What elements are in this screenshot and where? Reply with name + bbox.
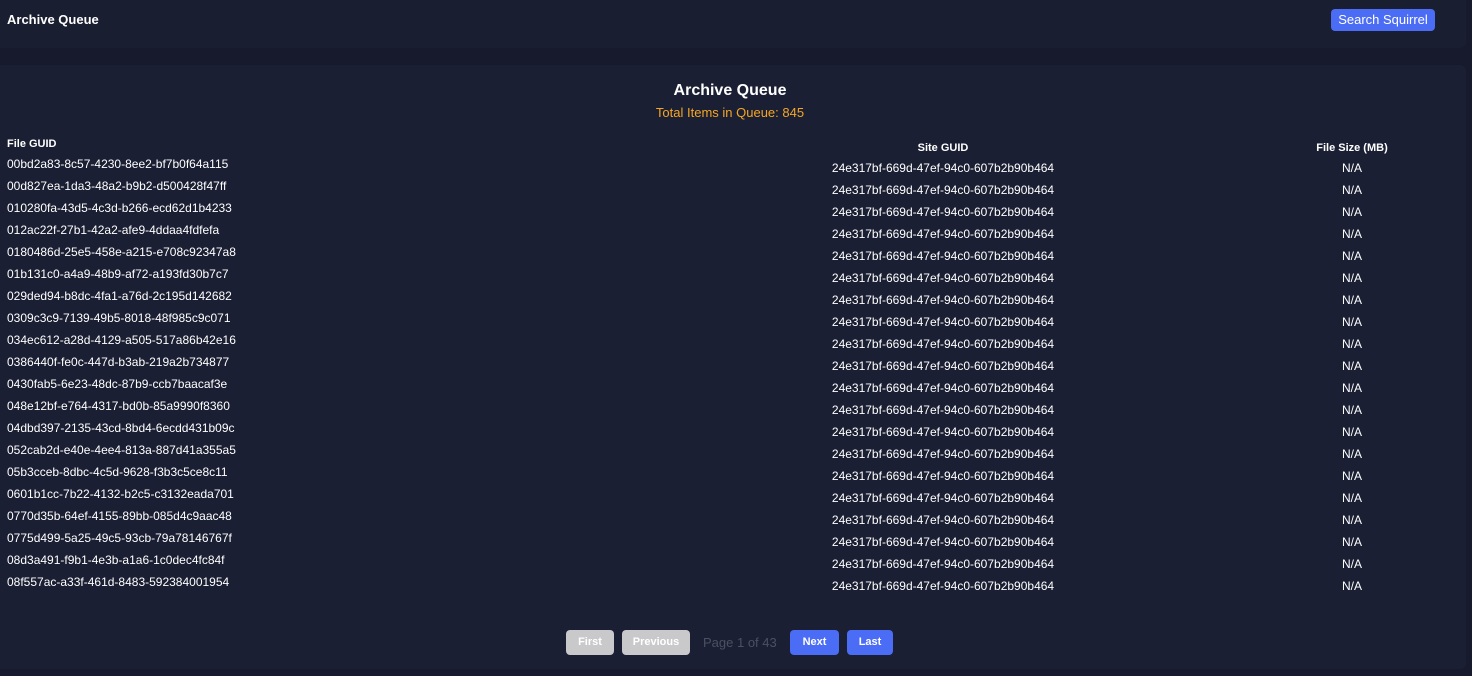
app-title: Archive Queue	[7, 12, 99, 27]
site-guid-column: Site GUID 24e317bf-669d-47ef-94c0-607b2b…	[830, 141, 1056, 601]
site-guid-list: 24e317bf-669d-47ef-94c0-607b2b90b464 24e3…	[830, 161, 1056, 601]
site-guid-cell: 24e317bf-669d-47ef-94c0-607b2b90b464	[831, 249, 1055, 263]
file-guid-cell: 052cab2d-e40e-4ee4-813a-887d41a355a5	[7, 443, 236, 457]
queue-count: Total Items in Queue: 845	[655, 105, 805, 120]
site-guid-cell: 24e317bf-669d-47ef-94c0-607b2b90b464	[831, 557, 1055, 571]
site-guid-cell: 24e317bf-669d-47ef-94c0-607b2b90b464	[831, 491, 1055, 505]
site-guid-cell: 24e317bf-669d-47ef-94c0-607b2b90b464	[831, 315, 1055, 329]
site-guid-cell: 24e317bf-669d-47ef-94c0-607b2b90b464	[831, 227, 1055, 241]
file-guid-cell: 04dbd397-2135-43cd-8bd4-6ecdd431b09c	[7, 421, 235, 435]
file-size-cell: N/A	[1341, 227, 1362, 241]
file-size-cell: N/A	[1341, 513, 1362, 527]
file-size-cell: N/A	[1341, 293, 1362, 307]
file-size-column: File Size (MB) N/A N/A N/A N/A N/A N/A N/A N/A N…	[1300, 141, 1404, 601]
file-size-cell: N/A	[1341, 579, 1362, 593]
previous-page-button[interactable]: Previous	[622, 630, 690, 655]
file-guid-cell: 0770d35b-64ef-4155-89bb-085d4c9aac48	[7, 509, 232, 523]
file-guid-cell: 08f557ac-a33f-461d-8483-592384001954	[7, 575, 230, 589]
file-size-cell: N/A	[1341, 161, 1362, 175]
first-page-button[interactable]: First	[566, 630, 614, 655]
file-size-cell: N/A	[1341, 403, 1362, 417]
file-size-cell: N/A	[1341, 205, 1362, 219]
site-guid-cell: 24e317bf-669d-47ef-94c0-607b2b90b464	[831, 381, 1055, 395]
file-guid-cell: 012ac22f-27b1-42a2-afe9-4ddaa4fdfefa	[7, 223, 220, 237]
file-size-cell: N/A	[1341, 315, 1362, 329]
file-size-cell: N/A	[1341, 535, 1362, 549]
file-size-cell: N/A	[1341, 271, 1362, 285]
file-guid-cell: 029ded94-b8dc-4fa1-a76d-2c195d142682	[7, 289, 232, 303]
page-indicator: Page 1 of 43	[703, 635, 777, 650]
file-guid-cell: 08d3a491-f9b1-4e3b-a1a6-1c0dec4fc84f	[7, 553, 225, 567]
file-size-cell: N/A	[1341, 469, 1362, 483]
file-size-cell: N/A	[1341, 425, 1362, 439]
file-size-cell: N/A	[1341, 557, 1362, 571]
site-guid-cell: 24e317bf-669d-47ef-94c0-607b2b90b464	[831, 183, 1055, 197]
file-size-header: File Size (MB)	[1316, 142, 1388, 154]
file-size-list: N/A N/A N/A N/A N/A N/A N/A N/A N/A N/A N/A N/A N/A N…	[1300, 161, 1404, 601]
file-size-cell: N/A	[1341, 249, 1362, 263]
archive-queue-panel: Archive Queue Total Items in Queue: 845 …	[0, 65, 1466, 669]
site-guid-cell: 24e317bf-669d-47ef-94c0-607b2b90b464	[831, 535, 1055, 549]
file-guid-cell: 00d827ea-1da3-48a2-b9b2-d500428f47ff	[7, 179, 227, 193]
site-guid-cell: 24e317bf-669d-47ef-94c0-607b2b90b464	[831, 469, 1055, 483]
site-guid-cell: 24e317bf-669d-47ef-94c0-607b2b90b464	[831, 205, 1055, 219]
file-guid-cell: 010280fa-43d5-4c3d-b266-ecd62d1b4233	[7, 201, 232, 215]
file-guid-cell: 0386440f-fe0c-447d-b3ab-219a2b734877	[7, 355, 230, 369]
top-bar: Archive Queue Search Squirrel	[0, 0, 1466, 48]
file-size-cell: N/A	[1341, 491, 1362, 505]
page-title: Archive Queue	[673, 82, 787, 99]
file-size-cell: N/A	[1341, 183, 1362, 197]
file-size-cell: N/A	[1341, 447, 1362, 461]
file-guid-cell: 0775d499-5a25-49c5-93cb-79a78146767f	[7, 531, 232, 545]
search-squirrel-button[interactable]: Search Squirrel	[1331, 9, 1435, 31]
last-page-button[interactable]: Last	[847, 630, 893, 655]
site-guid-cell: 24e317bf-669d-47ef-94c0-607b2b90b464	[831, 447, 1055, 461]
site-guid-cell: 24e317bf-669d-47ef-94c0-607b2b90b464	[831, 513, 1055, 527]
file-guid-column: File GUID 00bd2a83-8c57-4230-8ee2-bf7b0f…	[7, 137, 236, 597]
site-guid-cell: 24e317bf-669d-47ef-94c0-607b2b90b464	[831, 579, 1055, 593]
site-guid-cell: 24e317bf-669d-47ef-94c0-607b2b90b464	[831, 271, 1055, 285]
site-guid-cell: 24e317bf-669d-47ef-94c0-607b2b90b464	[831, 403, 1055, 417]
file-guid-cell: 0180486d-25e5-458e-a215-e708c92347a8	[7, 245, 236, 259]
site-guid-cell: 24e317bf-669d-47ef-94c0-607b2b90b464	[831, 359, 1055, 373]
next-page-button[interactable]: Next	[790, 630, 839, 655]
file-guid-list: 00bd2a83-8c57-4230-8ee2-bf7b0f64a115 00d8…	[7, 157, 236, 597]
site-guid-cell: 24e317bf-669d-47ef-94c0-607b2b90b464	[831, 161, 1055, 175]
site-guid-cell: 24e317bf-669d-47ef-94c0-607b2b90b464	[831, 425, 1055, 439]
file-guid-cell: 0430fab5-6e23-48dc-87b9-ccb7baacaf3e	[7, 377, 228, 391]
site-guid-cell: 24e317bf-669d-47ef-94c0-607b2b90b464	[831, 293, 1055, 307]
file-guid-cell: 0309c3c9-7139-49b5-8018-48f985c9c071	[7, 311, 231, 325]
file-size-cell: N/A	[1341, 359, 1362, 373]
file-guid-cell: 05b3cceb-8dbc-4c5d-9628-f3b3c5ce8c11	[7, 465, 228, 479]
file-guid-cell: 048e12bf-e764-4317-bd0b-85a9990f8360	[7, 399, 230, 413]
file-size-cell: N/A	[1341, 337, 1362, 351]
file-guid-cell: 01b131c0-a4a9-48b9-af72-a193fd30b7c7	[7, 267, 229, 281]
file-size-cell: N/A	[1341, 381, 1362, 395]
file-guid-cell: 0601b1cc-7b22-4132-b2c5-c3132eada701	[7, 487, 234, 501]
site-guid-header: Site GUID	[917, 142, 969, 154]
file-guid-cell: 00bd2a83-8c57-4230-8ee2-bf7b0f64a115	[7, 157, 229, 171]
site-guid-cell: 24e317bf-669d-47ef-94c0-607b2b90b464	[831, 337, 1055, 351]
file-guid-header: File GUID	[7, 138, 57, 150]
file-guid-cell: 034ec612-a28d-4129-a505-517a86b42e16	[7, 333, 236, 347]
